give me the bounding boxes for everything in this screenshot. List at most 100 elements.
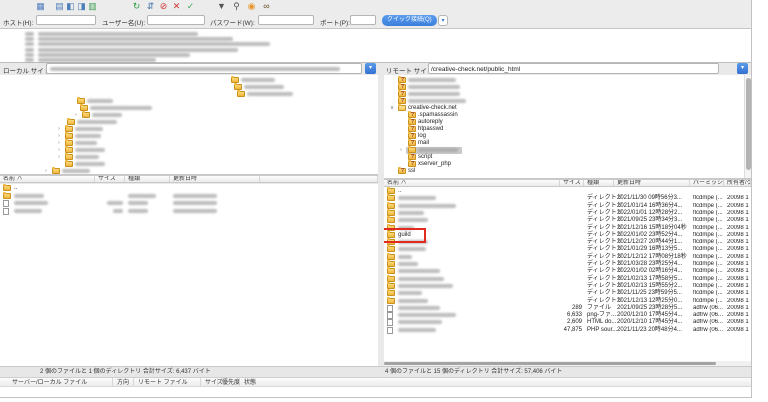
column-header[interactable]: 種類 — [125, 176, 170, 182]
tree-item[interactable] — [384, 98, 739, 105]
expander-icon[interactable]: › — [400, 147, 402, 154]
expander-icon[interactable]: › — [45, 168, 47, 175]
redacted-file-name — [398, 306, 440, 310]
permissions-cell: flcdmpe (... — [690, 298, 724, 305]
queue-body[interactable] — [0, 387, 751, 397]
site-manager-icon[interactable]: ▦ — [35, 1, 46, 12]
tree-item[interactable] — [384, 77, 739, 84]
column-header[interactable]: 更新日時 — [170, 176, 260, 182]
tree-item[interactable]: autoreply — [384, 119, 739, 126]
date-cell: 2021/02/13 15時55分2... — [614, 283, 690, 290]
tree-item[interactable] — [384, 91, 739, 98]
column-header[interactable]: 名前 ∧ — [384, 180, 560, 186]
user-input[interactable] — [147, 15, 205, 25]
file-row[interactable]: 2,609HTML do...2020/12/10 17時45分4...adfr… — [384, 319, 751, 326]
file-row[interactable]: ディレクトリ2021/12/27 20時44分1...flcdmpe (...2… — [384, 239, 751, 246]
tree-item[interactable]: .spamassassin — [384, 112, 739, 119]
remote-path-dropdown[interactable]: ▾ — [737, 63, 748, 74]
remote-tree-icon[interactable]: ◨ — [76, 1, 87, 12]
compare-icon[interactable]: ◉ — [246, 1, 257, 12]
column-header[interactable]: 名前 ∧ — [0, 176, 95, 182]
local-path-dropdown[interactable]: ▾ — [365, 63, 376, 74]
queue-column-header[interactable]: リモート ファイル — [138, 379, 188, 387]
file-row[interactable]: ディレクトリ2021/12/12 17時08分18秒flcdmpe (...20… — [384, 254, 751, 261]
column-header[interactable]: 更新日時 — [614, 180, 690, 186]
redacted-date — [173, 209, 217, 213]
file-icon — [387, 305, 393, 312]
owner-cell: 20098 1 — [724, 203, 751, 210]
password-input[interactable] — [258, 15, 314, 25]
column-header[interactable]: パーミッション — [690, 180, 724, 186]
remote-tree-scrollbar[interactable] — [744, 75, 751, 179]
tree-item[interactable]: log — [384, 133, 739, 140]
tree-item[interactable]: mail — [384, 140, 739, 147]
disconnect-icon[interactable]: ✕ — [171, 1, 182, 12]
file-row[interactable]: ディレクトリ2021/01/14 16時36分4...flcdmpe (...2… — [384, 203, 751, 210]
remote-path-input[interactable]: /creative-check.net/public_html — [428, 63, 719, 74]
expander-icon[interactable]: › — [75, 112, 77, 119]
host-input[interactable] — [36, 15, 96, 25]
cancel-icon[interactable]: ⊘ — [158, 1, 169, 12]
sync-browsing-icon[interactable]: ∞ — [261, 1, 272, 12]
file-row[interactable]: ディレクトリ2021/03/28 23時25分4...flcdmpe (...2… — [384, 261, 751, 268]
tree-item[interactable]: script — [384, 154, 739, 161]
file-row[interactable]: ディレクトリ2022/01/01 12時28分2...flcdmpe (...2… — [384, 210, 751, 217]
port-input[interactable] — [350, 15, 376, 25]
queue-column-header[interactable]: サーバー/ローカル ファイル — [12, 379, 87, 387]
file-row[interactable]: ディレクトリ2021/12/16 15時18分04秒flcdmpe (...20… — [384, 225, 751, 232]
queue-column-header[interactable]: 状態 — [244, 379, 256, 387]
file-row[interactable]: ディレクトリ2021/11/25 23時59分5...flcdmpe (...2… — [384, 290, 751, 297]
local-tree-icon[interactable]: ◧ — [65, 1, 76, 12]
folder-icon — [398, 168, 406, 174]
tree-item[interactable]: htpasswd — [384, 126, 739, 133]
tree-item[interactable]: ∨creative-check.net — [384, 105, 739, 112]
file-row[interactable]: guildディレクトリ2022/01/02 23時52分4...flcdmpe … — [384, 232, 751, 239]
redacted-file-name — [398, 291, 422, 295]
quickconnect-button[interactable]: クイック接続(Q) — [382, 15, 437, 26]
type-cell: png-ファ... — [584, 312, 614, 319]
queue-column-header[interactable]: サイズ — [205, 379, 223, 387]
column-header[interactable]: 所有者/グ — [724, 180, 751, 186]
expander-icon[interactable]: › — [58, 147, 60, 154]
reconnect-icon[interactable]: ✓ — [185, 1, 196, 12]
refresh-icon[interactable]: ↻ — [131, 1, 142, 12]
message-log-icon[interactable]: ▤ — [54, 1, 65, 12]
name-cell — [384, 254, 560, 261]
search-icon[interactable]: ⚲ — [231, 1, 242, 12]
queue-column-header[interactable]: 方向 — [117, 379, 129, 387]
file-row[interactable]: 289ファイル2021/09/25 23時28分5...adfrw (06...… — [384, 305, 751, 312]
file-row[interactable]: ディレクトリ2021/02/13 17時58分5...flcdmpe (...2… — [384, 276, 751, 283]
quickconnect-dropdown[interactable]: ▾ — [438, 15, 448, 26]
transfer-queue-icon[interactable]: ▥ — [87, 1, 98, 12]
column-header[interactable] — [260, 176, 378, 182]
file-row[interactable]: 6,633png-ファ...2020/12/10 17時45分4...adfrw… — [384, 312, 751, 319]
file-row[interactable]: ディレクトリ2021/01/29 16時13分5...flcdmpe (...2… — [384, 246, 751, 253]
file-row[interactable]: ディレクトリ2021/11/30 09時56分3...flcdmpe (...2… — [384, 195, 751, 202]
column-header[interactable]: 種類 — [584, 180, 614, 186]
file-row[interactable]: ディレクトリ2021/09/25 23時34分3...flcdmpe (...2… — [384, 217, 751, 224]
name-cell — [384, 261, 560, 268]
permissions-cell: adfrw (06... — [690, 305, 724, 312]
tree-item[interactable]: › — [384, 147, 739, 154]
local-path-input[interactable] — [46, 63, 362, 74]
file-row[interactable]: ディレクトリ2021/02/13 15時55分2...flcdmpe (...2… — [384, 283, 751, 290]
process-queue-icon[interactable]: ⇵ — [145, 1, 156, 12]
column-header[interactable]: サイズ — [560, 180, 584, 186]
redacted-file-name — [398, 269, 440, 273]
file-row[interactable]: ディレクトリ2022/01/02 02時16分4...flcdmpe (...2… — [384, 268, 751, 275]
expander-icon[interactable]: › — [58, 154, 60, 161]
file-row[interactable]: ディレクトリ2021/12/13 12時25分0...flcdmpe (...2… — [384, 298, 751, 305]
file-row[interactable]: 47,875PHP sour...2021/11/23 20時48分4...ad… — [384, 327, 751, 334]
date-cell: 2021/12/13 12時25分0... — [614, 298, 690, 305]
tree-item[interactable] — [384, 84, 739, 91]
redacted-file-name — [398, 218, 428, 222]
expander-icon[interactable]: › — [58, 140, 60, 147]
filter-icon[interactable]: ▼ — [216, 1, 227, 12]
queue-column-header[interactable]: 優先度 — [222, 379, 240, 387]
expander-icon[interactable]: › — [58, 126, 60, 133]
expander-icon[interactable]: › — [58, 133, 60, 140]
expander-icon[interactable]: ∨ — [390, 105, 394, 112]
column-header[interactable]: サイズ — [95, 176, 125, 182]
tree-item[interactable]: ssl — [384, 168, 739, 175]
tree-item[interactable]: xserver_php — [384, 161, 739, 168]
